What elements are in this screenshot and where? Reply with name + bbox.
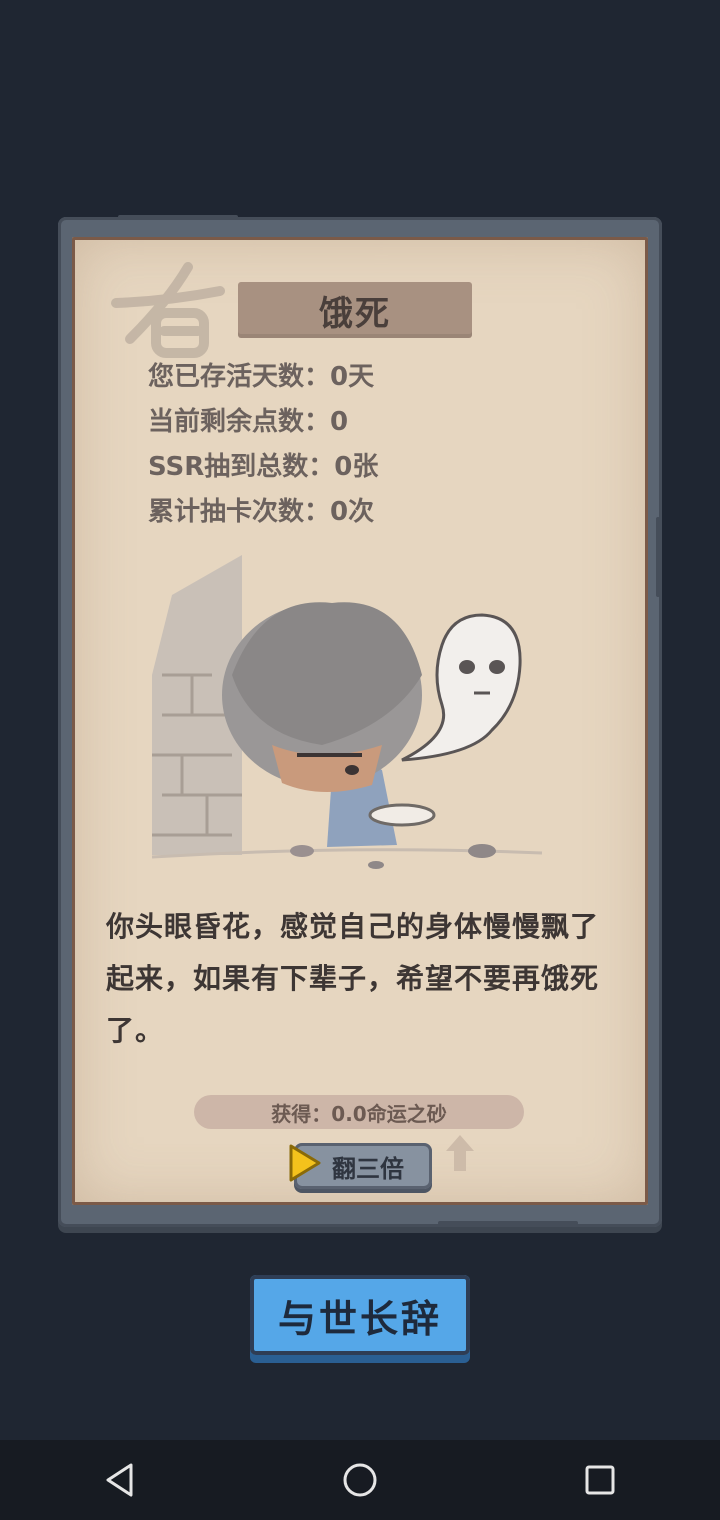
stat-remaining-points: 当前剩余点数：0	[148, 407, 349, 437]
reward-bar: 获得：0.0命运之砂	[194, 1095, 524, 1129]
farewell-label: 与世长辞	[277, 1296, 442, 1341]
nav-home-button[interactable]	[320, 1440, 400, 1520]
back-icon	[106, 1463, 133, 1497]
game-screen: 饿死 您已存活天数：0天 当前剩余点数：0 SSR抽到总数：0张 累计抽卡次数：…	[0, 0, 720, 1520]
video-play-icon	[289, 1144, 321, 1182]
up-arrow-icon	[446, 1135, 474, 1171]
home-icon	[343, 1463, 377, 1497]
nav-recents-button[interactable]	[560, 1440, 640, 1520]
farewell-button[interactable]: 与世长辞	[250, 1275, 470, 1355]
system-nav-bar	[0, 1440, 720, 1520]
reward-text: 获得：0.0命运之砂	[271, 1101, 447, 1126]
stat-ssr-total: SSR抽到总数：0张	[148, 452, 379, 482]
faded-stamp-icon	[111, 262, 225, 358]
dialog-title: 饿死	[319, 293, 391, 334]
story-text: 你头眼昏花，感觉自己的身体慢慢飘了起来，如果有下辈子，希望不要再饿死了。	[106, 910, 600, 1047]
title-plate: 饿死	[238, 282, 472, 338]
stat-days-survived: 您已存活天数：0天	[148, 362, 375, 392]
recents-icon	[585, 1465, 615, 1495]
death-dialog: 饿死 您已存活天数：0天 当前剩余点数：0 SSR抽到总数：0张 累计抽卡次数：…	[72, 237, 648, 1205]
stat-draw-count: 累计抽卡次数：0次	[148, 497, 375, 527]
stats-list: 您已存活天数：0天 当前剩余点数：0 SSR抽到总数：0张 累计抽卡次数：0次	[148, 355, 378, 535]
starving-boy-illustration	[152, 555, 543, 869]
nav-back-button[interactable]	[80, 1440, 160, 1520]
triple-reward-label: 翻三倍	[332, 1154, 404, 1183]
